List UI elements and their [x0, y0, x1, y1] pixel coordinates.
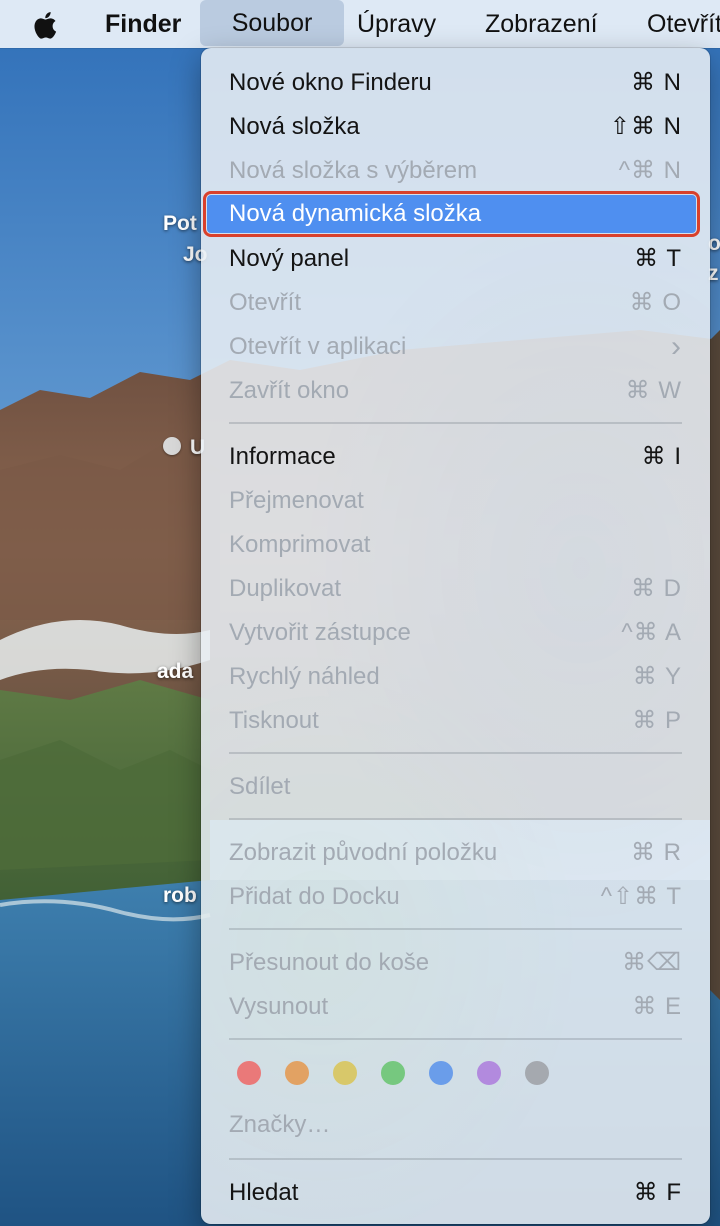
menu-item-shortcut: ^⌘ A [621, 619, 682, 646]
menu-item-duplicate[interactable]: Duplikovat ⌘ D [207, 570, 696, 608]
menu-item-shortcut: ⌘⌫ [622, 949, 682, 976]
submenu-chevron-icon: › [671, 330, 682, 363]
menu-item-label: Otevřít [229, 289, 302, 316]
menu-item-shortcut: ⌘ W [625, 377, 682, 404]
menu-item-rename[interactable]: Přejmenovat [207, 482, 696, 520]
menu-item-new-folder[interactable]: Nová složka ⇧⌘ N [207, 108, 696, 146]
menu-item-shortcut: ⌘ T [634, 245, 682, 272]
menu-item-compress[interactable]: Komprimovat [207, 526, 696, 564]
menu-bar: Finder Soubor Úpravy Zobrazení Otevřít [0, 0, 720, 48]
menu-item-print[interactable]: Tisknout ⌘ P [207, 702, 696, 740]
menu-item-new-folder-with-selection[interactable]: Nová složka s výběrem ^⌘ N [207, 152, 696, 190]
menu-item-quick-look[interactable]: Rychlý náhled ⌘ Y [207, 658, 696, 696]
menu-item-close-window[interactable]: Zavřít okno ⌘ W [207, 372, 696, 410]
menu-item-open[interactable]: Otevřít ⌘ O [207, 284, 696, 322]
menu-item-label: Komprimovat [229, 531, 371, 558]
menu-item-new-smart-folder[interactable]: Nová dynamická složka [203, 191, 700, 237]
menu-separator [229, 818, 682, 820]
menu-item-shortcut: ⇧⌘ N [609, 113, 682, 140]
menu-separator [229, 422, 682, 424]
menu-item-shortcut: ⌘ D [631, 575, 682, 602]
menu-item-eject[interactable]: Vysunout ⌘ E [207, 988, 696, 1026]
menu-item-shortcut: ⌘ N [631, 69, 682, 96]
menu-item-open-with[interactable]: Otevřít v aplikaci › [207, 328, 696, 366]
tag-gray-dot[interactable] [525, 1061, 549, 1085]
menu-item-shortcut: ⌘ O [629, 289, 682, 316]
menu-item-label: Informace [229, 443, 336, 470]
menu-item-label: Sdílet [229, 773, 291, 800]
menu-item-label: Otevřít v aplikaci [229, 333, 407, 360]
menu-separator [229, 1038, 682, 1040]
tag-orange-dot[interactable] [285, 1061, 309, 1085]
menu-item-label: Značky… [229, 1111, 331, 1138]
menu-item-shortcut: ^⇧⌘ T [600, 883, 682, 910]
menu-item-label: Zobrazit původní položku [229, 839, 498, 866]
menu-separator [229, 1158, 682, 1160]
tag-purple-dot[interactable] [477, 1061, 501, 1085]
menubar-item-upravy[interactable]: Úpravy [357, 0, 436, 48]
menu-item-label: Nová dynamická složka [229, 200, 482, 227]
menubar-item-zobrazeni[interactable]: Zobrazení [485, 0, 598, 48]
menu-item-label: Hledat [229, 1179, 299, 1206]
menu-item-move-to-trash[interactable]: Přesunout do koše ⌘⌫ [207, 944, 696, 982]
file-dropdown-menu: Nové okno Finderu ⌘ N Nová složka ⇧⌘ N N… [201, 48, 710, 1224]
menu-item-label: Zavřít okno [229, 377, 350, 404]
menubar-item-otevrit[interactable]: Otevřít [647, 0, 720, 48]
menu-item-label: Rychlý náhled [229, 663, 380, 690]
menu-item-shortcut: ⌘ E [632, 993, 682, 1020]
menubar-item-soubor[interactable]: Soubor [200, 0, 344, 46]
menu-item-shortcut: ⌘ I [641, 443, 682, 470]
menu-item-make-alias[interactable]: Vytvořit zástupce ^⌘ A [207, 614, 696, 652]
menu-item-share[interactable]: Sdílet [207, 768, 696, 806]
menu-item-label: Nová složka [229, 113, 360, 140]
menu-item-label: Nové okno Finderu [229, 69, 432, 96]
menu-separator [229, 928, 682, 930]
menu-item-new-tab[interactable]: Nový panel ⌘ T [207, 240, 696, 278]
menu-item-label: Vytvořit zástupce [229, 619, 411, 646]
menu-item-add-to-dock[interactable]: Přidat do Docku ^⇧⌘ T [207, 878, 696, 916]
desktop-icon-label[interactable]: rob [163, 884, 197, 908]
menu-item-label: Duplikovat [229, 575, 342, 602]
menu-item-show-original[interactable]: Zobrazit původní položku ⌘ R [207, 834, 696, 872]
menu-item-get-info[interactable]: Informace ⌘ I [207, 438, 696, 476]
menu-item-label: Nová složka s výběrem [229, 157, 478, 184]
menu-item-label: Přidat do Docku [229, 883, 400, 910]
menu-separator [229, 752, 682, 754]
tag-blue-dot[interactable] [429, 1061, 453, 1085]
menu-item-shortcut: ⌘ R [631, 839, 682, 866]
menu-item-shortcut: ⌘ Y [632, 663, 682, 690]
menu-item-shortcut: ^⌘ N [618, 157, 682, 184]
menubar-app-finder[interactable]: Finder [105, 0, 181, 48]
menu-item-label: Tisknout [229, 707, 319, 734]
menu-item-find[interactable]: Hledat ⌘ F [207, 1174, 696, 1212]
menu-item-label: Přejmenovat [229, 487, 364, 514]
desktop-icon-label[interactable]: Pot [163, 212, 197, 236]
menu-item-label: Vysunout [229, 993, 329, 1020]
apple-logo-icon[interactable] [30, 8, 62, 42]
menu-item-shortcut: ⌘ P [632, 707, 682, 734]
menu-item-label: Přesunout do koše [229, 949, 430, 976]
menu-item-new-finder-window[interactable]: Nové okno Finderu ⌘ N [207, 64, 696, 102]
menu-item-label: Nový panel [229, 245, 350, 272]
menu-item-shortcut: ⌘ F [633, 1179, 682, 1206]
tag-yellow-dot[interactable] [333, 1061, 357, 1085]
desktop-status-dot [163, 437, 181, 455]
desktop-icon-label[interactable]: ada [157, 660, 193, 684]
tag-red-dot[interactable] [237, 1061, 261, 1085]
tag-green-dot[interactable] [381, 1061, 405, 1085]
menu-item-tags[interactable]: Značky… [207, 1106, 696, 1144]
